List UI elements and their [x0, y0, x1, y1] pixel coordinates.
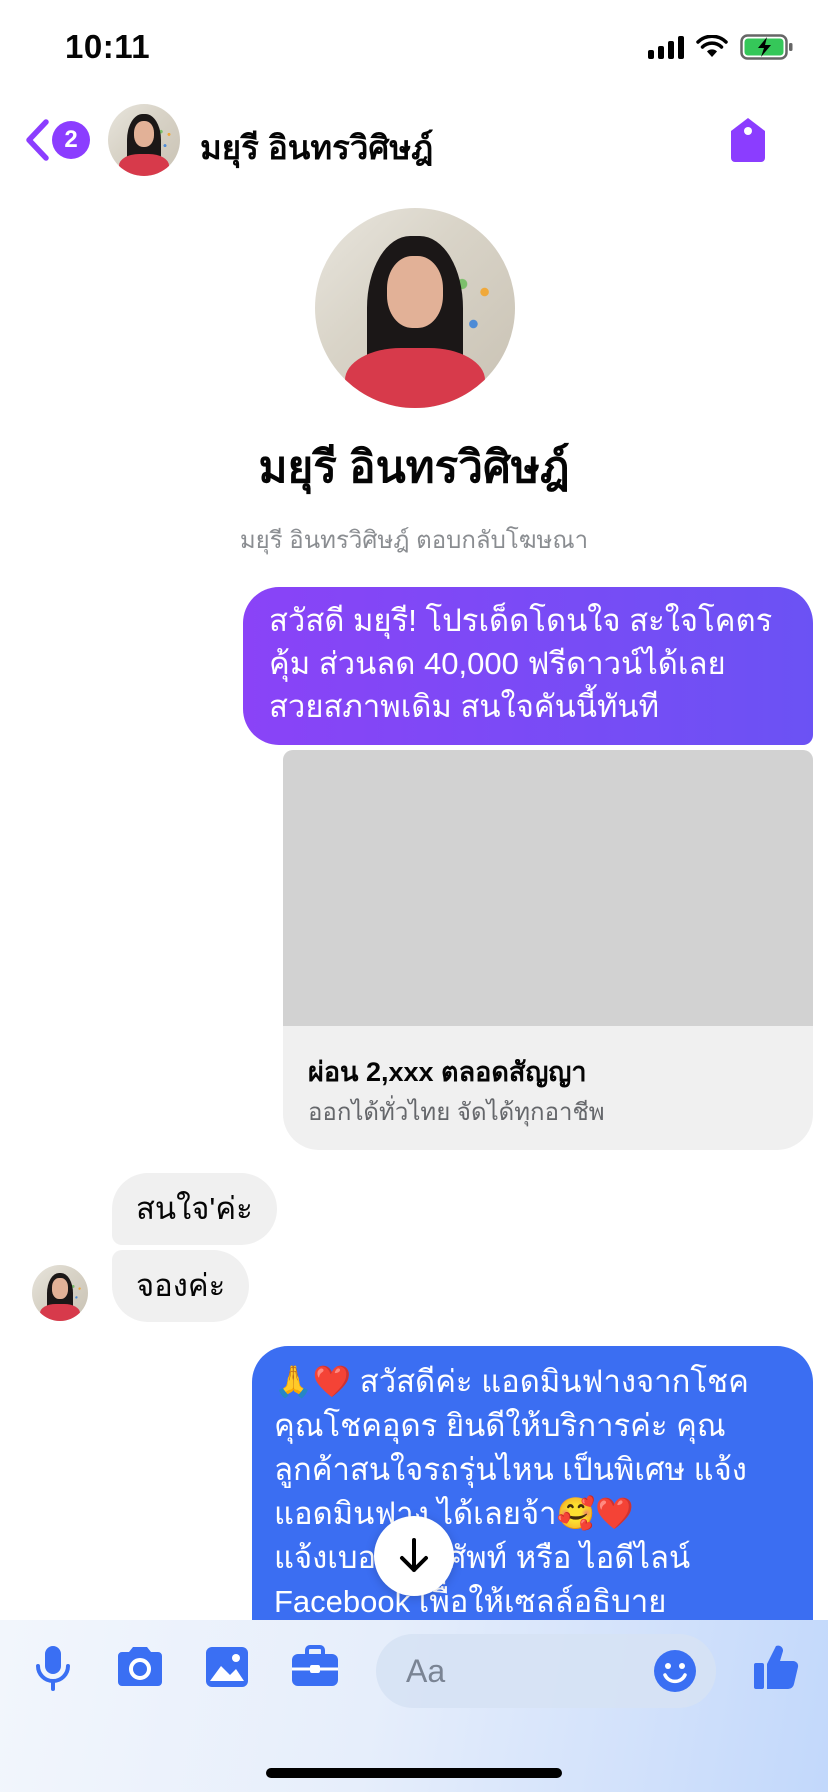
tag-icon: [731, 118, 765, 162]
signal-icon: [648, 35, 684, 59]
wifi-icon: [696, 35, 728, 57]
message-line: ลูกค้าสนใจรถรุ่นไหน เป็นพิเศษ แจ้ง: [274, 1452, 747, 1487]
sender-avatar[interactable]: [32, 1265, 88, 1321]
microphone-button[interactable]: [34, 1644, 72, 1697]
thumbs-up-icon: [754, 1645, 799, 1690]
unread-badge: 2: [52, 121, 90, 159]
message-input[interactable]: Aa: [376, 1634, 716, 1708]
outgoing-message[interactable]: 🙏❤️ สวัสดีค่ะ แอดมินฟางจากโชค คุณโชคอุดร…: [252, 1346, 813, 1666]
chat-header: 2 มยุรี อินทรวิศิษฎ์: [0, 100, 828, 182]
tag-button[interactable]: [728, 116, 768, 169]
incoming-message[interactable]: สนใจ'ค่ะ: [112, 1173, 277, 1245]
message-line: สวัสดี มยุรี! โปรเด็ดโดนใจ สะใจโคตร: [269, 603, 773, 638]
ad-card-subtitle: ออกได้ทั่วไทย จัดได้ทุกอาชีพ: [308, 1099, 605, 1126]
message-input-placeholder: Aa: [406, 1653, 446, 1689]
message-line: Facebook เพื่อให้เซลล์อธิบาย: [274, 1584, 667, 1619]
arrow-down-icon: [400, 1538, 428, 1572]
business-tools-button[interactable]: [290, 1644, 340, 1695]
image-icon: [206, 1647, 248, 1687]
contact-name[interactable]: มยุรี อินทรวิศิษฎ์: [200, 121, 433, 174]
message-line: คุณโชคอุดร ยินดีให้บริการค่ะ คุณ: [274, 1408, 726, 1443]
message-line: แอดมินฟาง ได้เลยจ้า🥰❤️: [274, 1496, 634, 1531]
gallery-button[interactable]: [204, 1644, 250, 1695]
ad-card-title: ผ่อน 2,xxx ตลอดสัญญา: [308, 1057, 587, 1087]
incoming-message[interactable]: จองค่ะ: [112, 1250, 250, 1322]
avatar[interactable]: [108, 104, 180, 176]
camera-button[interactable]: [114, 1644, 166, 1695]
profile-avatar[interactable]: [315, 208, 515, 408]
back-button[interactable]: 2: [24, 118, 90, 162]
status-time: 10:11: [65, 28, 151, 65]
briefcase-icon: [292, 1645, 338, 1686]
home-indicator: [266, 1768, 562, 1778]
status-icons: [648, 34, 794, 60]
profile-name: มยุรี อินทรวิศิษฎ์: [258, 443, 570, 492]
profile-subtitle: มยุรี อินทรวิศิษฎ์ ตอบกลับโฆษณา: [239, 527, 589, 554]
battery-charging-icon: [740, 34, 793, 60]
microphone-icon: [36, 1646, 70, 1691]
composer-bar: Aa: [0, 1620, 828, 1792]
smiley-icon: [654, 1650, 696, 1692]
like-button[interactable]: [752, 1642, 800, 1697]
emoji-button[interactable]: [652, 1648, 698, 1699]
outgoing-message[interactable]: สวัสดี มยุรี! โปรเด็ดโดนใจ สะใจโคตร คุ้ม…: [243, 587, 813, 745]
message-line: สวยสภาพเดิม สนใจคันนี้ทันที: [269, 689, 660, 724]
message-line: คุ้ม ส่วนลด 40,000 ฟรีดาวน์ได้เลย: [269, 646, 726, 681]
ad-card[interactable]: ผ่อน 2,xxx ตลอดสัญญา ออกได้ทั่วไทย จัดได…: [283, 750, 813, 1150]
scroll-to-bottom-button[interactable]: [374, 1516, 454, 1596]
message-line: แจ้งเบอร์โทรศัพท์ หรือ ไอดีไลน์: [274, 1540, 691, 1575]
chevron-left-icon: [26, 119, 49, 161]
ad-image-placeholder: [283, 750, 813, 1026]
camera-icon: [118, 1647, 162, 1686]
message-line: 🙏❤️ สวัสดีค่ะ แอดมินฟางจากโชค: [274, 1364, 749, 1399]
status-bar: 10:11: [0, 0, 828, 100]
